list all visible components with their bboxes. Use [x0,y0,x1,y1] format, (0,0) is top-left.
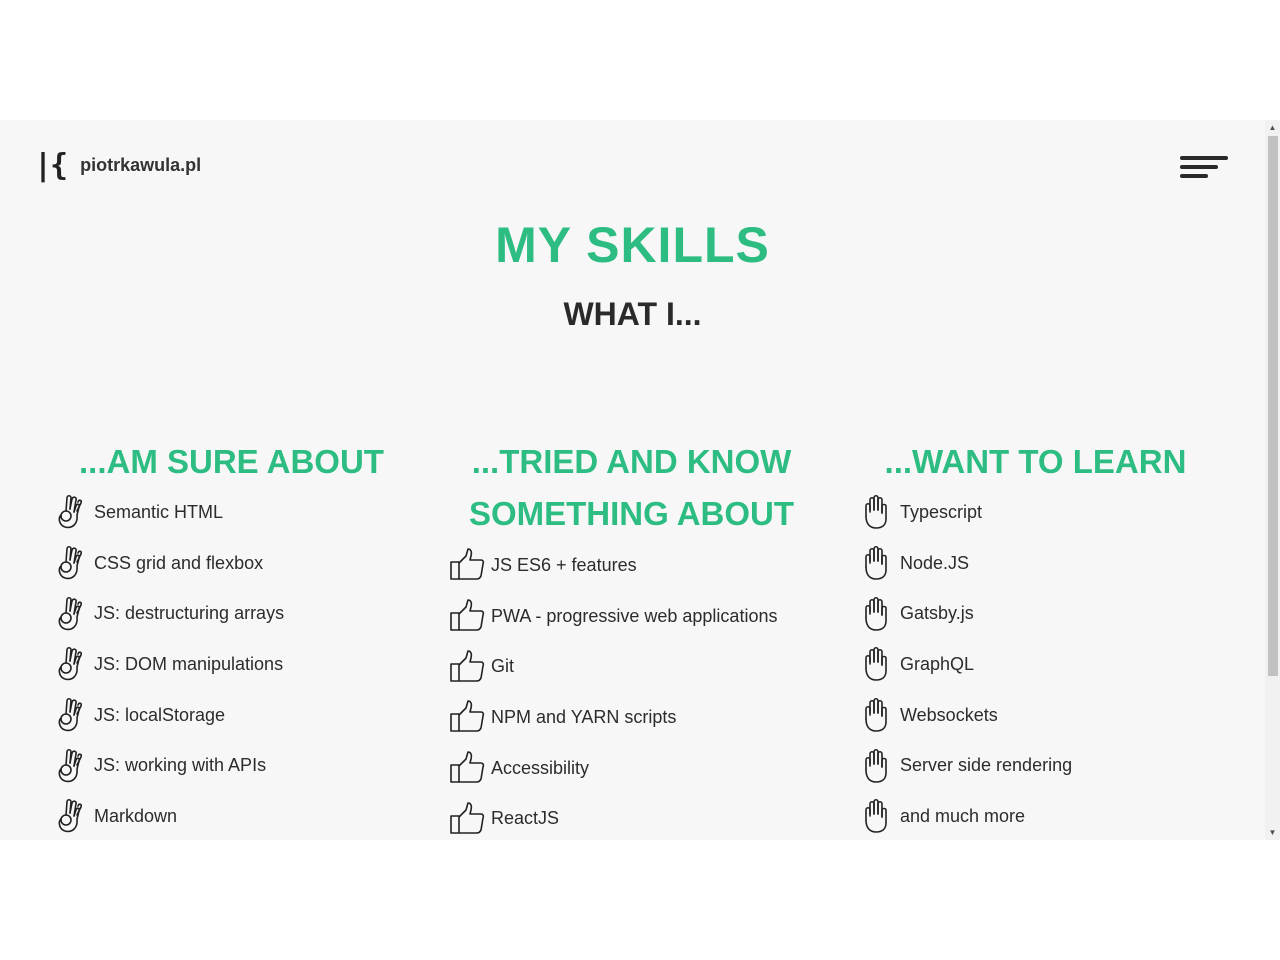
list-item-label: Git [491,656,515,677]
ok-hand-icon [52,646,88,682]
raised-hand-icon [858,545,894,581]
raised-hand-icon [858,494,894,530]
list-item-label: GraphQL [900,653,975,674]
skills-column-tried: ...TRIED AND KNOW SOMETHING ABOUT JS ES6… [449,436,819,840]
list-item: and much more [858,791,1218,840]
ok-hand-icon [52,596,88,632]
skills-column-sure: ...AM SURE ABOUT Semantic HTML CSS grid … [52,436,407,840]
raised-hand-icon [858,748,894,784]
ok-hand-icon [52,748,88,784]
list-item: JS: DOM manipulations [52,639,407,690]
thumbs-up-icon [449,598,485,634]
thumbs-up-icon [449,547,485,583]
list-item: JS: localStorage [52,690,407,741]
skills-list: JS ES6 + features PWA - progressive web … [449,540,819,840]
list-item: CSS grid and flexbox [52,538,407,589]
list-item-label: JS: destructuring arrays [94,603,285,624]
list-item: NPM and YARN scripts [449,692,819,743]
list-item-label: and much more [900,805,1026,826]
scroll-down-arrow-icon[interactable]: ▼ [1268,828,1277,837]
raised-hand-icon [858,697,894,733]
thumbs-up-icon [449,750,485,786]
column-heading: ...WANT TO LEARN [884,443,1187,480]
scroll-thumb[interactable] [1268,136,1278,676]
list-item: ReactJS [449,793,819,840]
raised-hand-icon [858,596,894,632]
list-item: Git [449,641,819,692]
list-item-label: Node.JS [900,552,970,573]
column-heading: ...AM SURE ABOUT [79,443,384,480]
page-viewport: |{ piotrkawula.pl MY SKILLS WHAT I... ..… [0,120,1280,840]
list-item: Semantic HTML [52,487,407,538]
list-item: JS: working with APIs [52,740,407,791]
list-item-label: Accessibility [491,757,590,778]
thumbs-up-icon [449,649,485,685]
list-item-label: ReactJS [491,808,560,829]
list-item: Accessibility [449,743,819,794]
raised-hand-icon [858,646,894,682]
vertical-scrollbar[interactable]: ▲ ▼ [1265,120,1280,840]
list-item: Node.JS [858,538,1218,589]
skills-list: Typescript Node.JS Gatsby.js GraphQL Web… [858,487,1218,840]
page-title: MY SKILLS [495,217,770,273]
ok-hand-icon [52,494,88,530]
list-item-label: NPM and YARN scripts [491,706,677,727]
list-item-label: Websockets [900,704,998,725]
logo-mark: |{ [34,148,68,183]
site-logo[interactable]: |{ piotrkawula.pl [34,148,201,183]
column-heading: ...TRIED AND KNOW SOMETHING ABOUT [468,443,795,532]
thumbs-up-icon [449,801,485,837]
list-item-label: JS ES6 + features [491,554,637,575]
list-item-label: JS: working with APIs [94,755,267,776]
list-item: Websockets [858,690,1218,741]
list-item: JS: destructuring arrays [52,588,407,639]
skills-list: Semantic HTML CSS grid and flexbox JS: d… [52,487,407,840]
logo-text: piotrkawula.pl [80,155,202,175]
list-item-label: Server side rendering [900,755,1073,776]
list-item-label: Gatsby.js [900,603,974,624]
thumbs-up-icon [449,699,485,735]
list-item-label: Markdown [94,805,178,826]
list-item-label: Semantic HTML [94,501,224,522]
list-item: Gatsby.js [858,588,1218,639]
scroll-up-arrow-icon[interactable]: ▲ [1268,123,1277,132]
ok-hand-icon [52,697,88,733]
list-item: PWA - progressive web applications [449,591,819,642]
menu-hamburger-icon[interactable] [1180,156,1228,182]
raised-hand-icon [858,798,894,834]
list-item: Typescript [858,487,1218,538]
list-item: GraphQL [858,639,1218,690]
list-item: JS ES6 + features [449,540,819,591]
list-item-label: Typescript [900,501,983,522]
skills-column-learn: ...WANT TO LEARN Typescript Node.JS Gats… [858,436,1218,840]
list-item-label: JS: localStorage [94,704,226,725]
list-item-label: JS: DOM manipulations [94,653,284,674]
list-item-label: CSS grid and flexbox [94,552,264,573]
page-subtitle: WHAT I... [563,296,702,332]
list-item: Markdown [52,791,407,840]
ok-hand-icon [52,798,88,834]
list-item: Server side rendering [858,740,1218,791]
list-item-label: PWA - progressive web applications [491,605,778,626]
ok-hand-icon [52,545,88,581]
